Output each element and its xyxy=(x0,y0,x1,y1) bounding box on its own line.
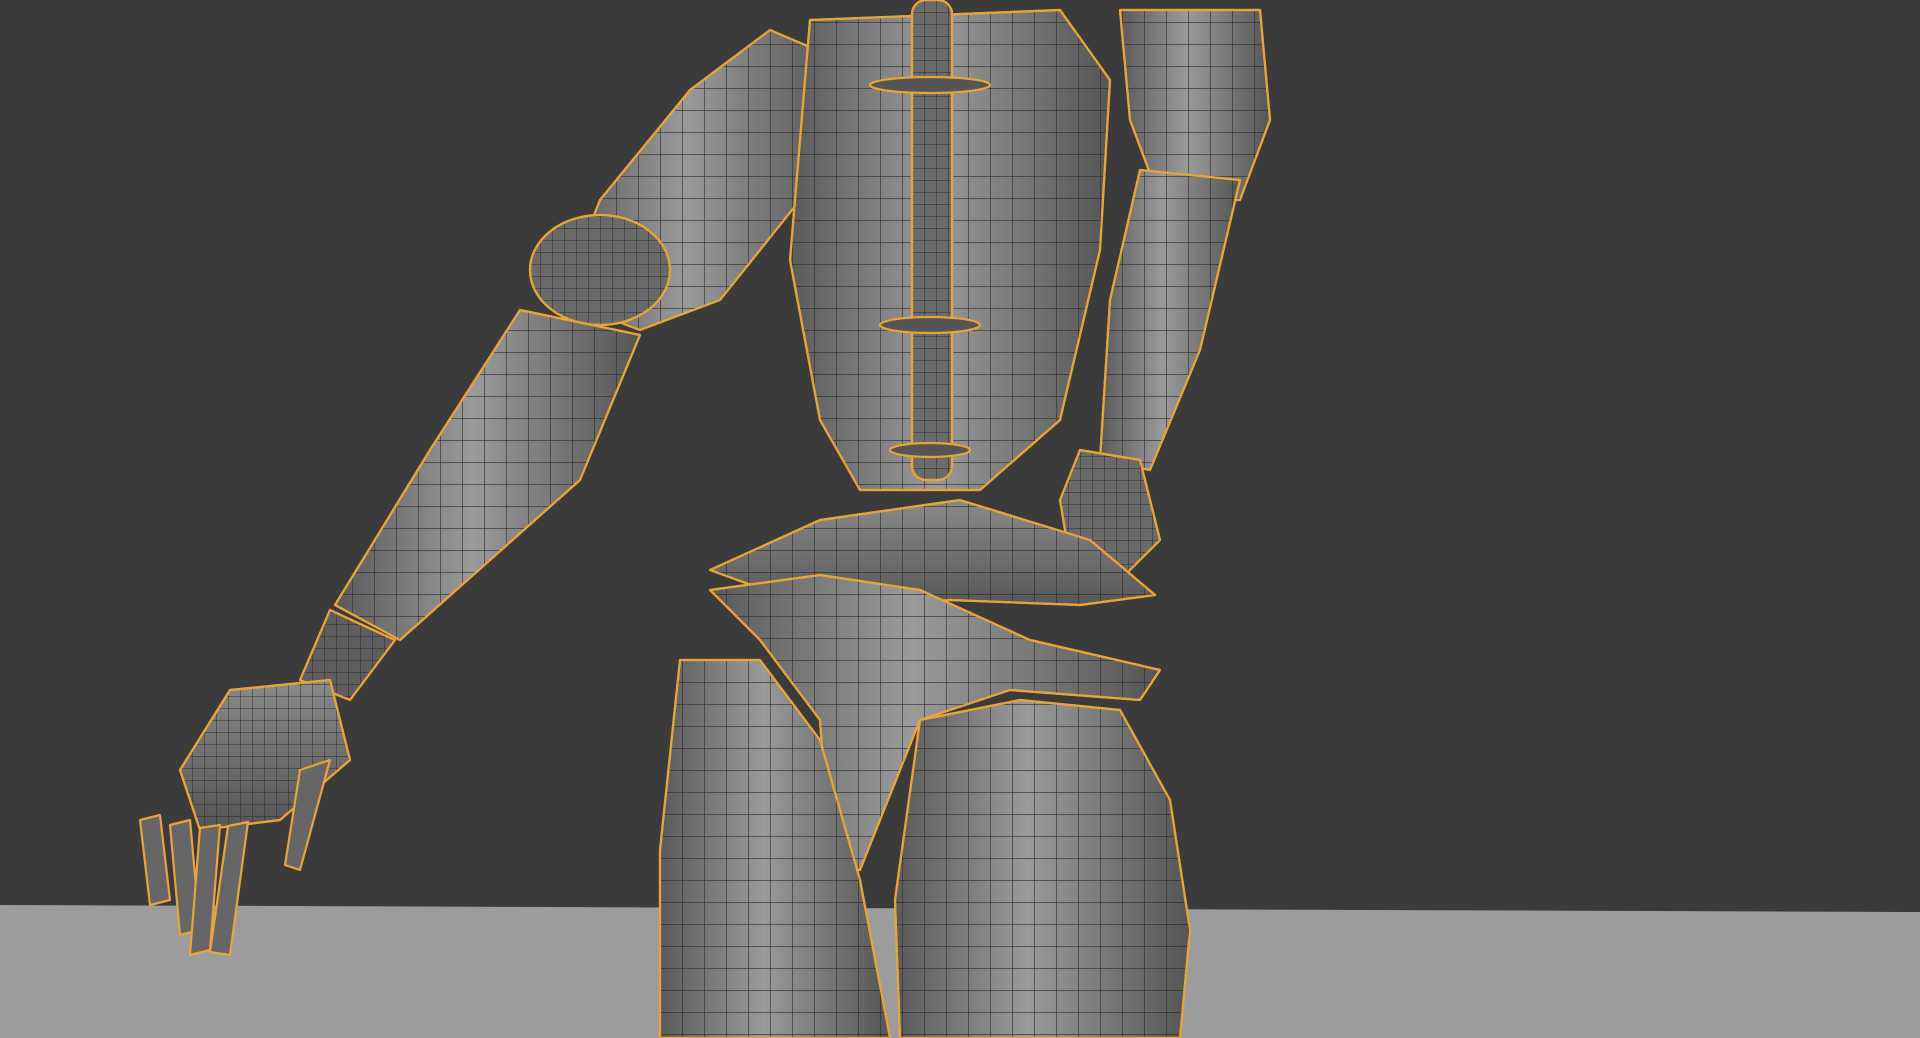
3d-viewport[interactable] xyxy=(0,0,1920,1038)
viewport-canvas[interactable] xyxy=(0,0,1920,1038)
elbow-joint-left[interactable] xyxy=(528,213,672,327)
